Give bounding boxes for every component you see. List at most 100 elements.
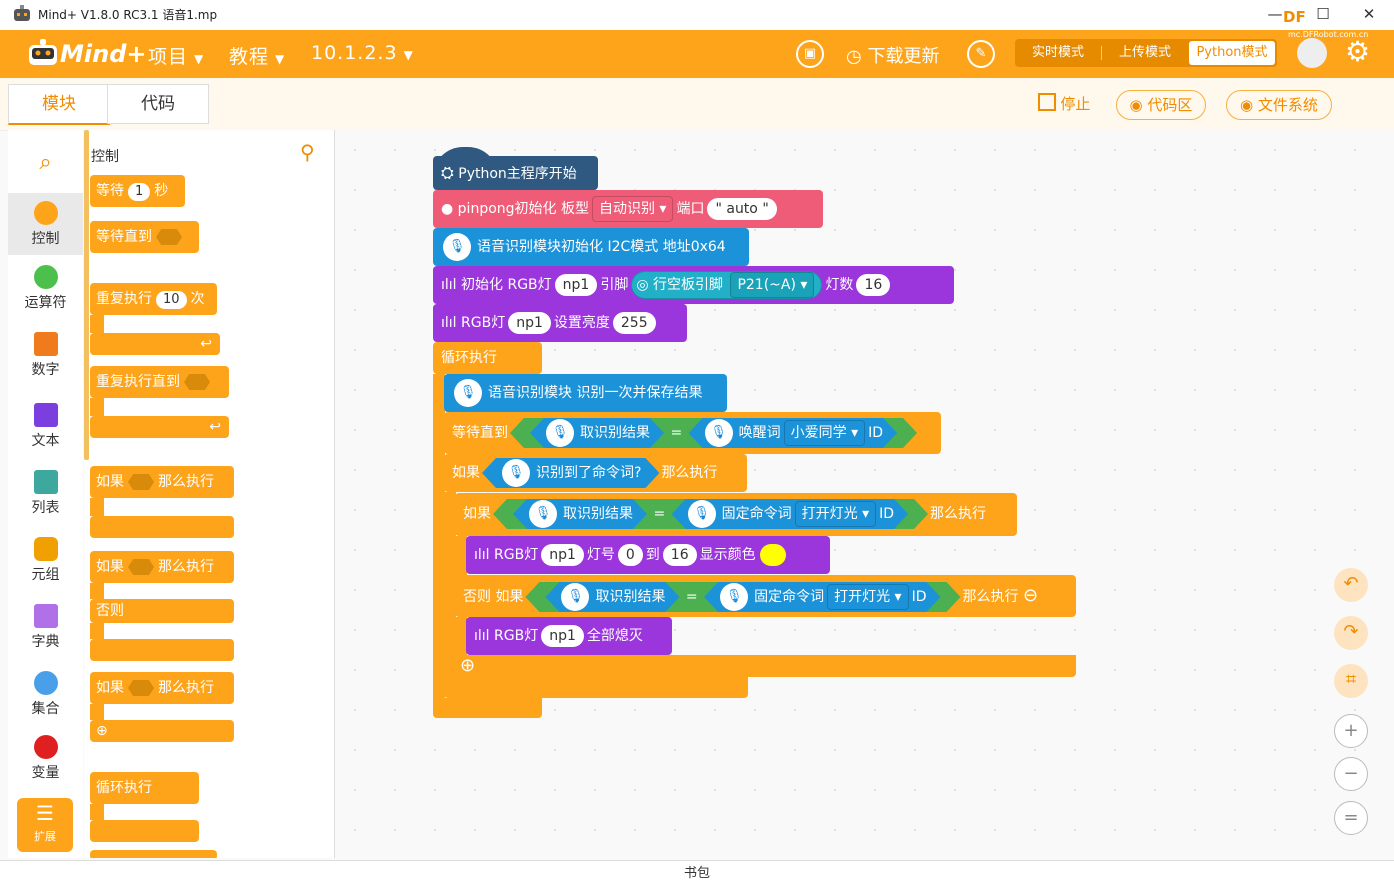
result-reporter[interactable]: 🎙 取识别结果 (545, 582, 679, 612)
np1-value[interactable]: np1 (554, 274, 598, 296)
wait-until-block[interactable]: 等待直到 🎙 取识别结果 = 🎙 唤醒词 小爱同学 ▾ ID (444, 412, 941, 454)
category-number[interactable]: 数字 (8, 324, 83, 386)
block-foot (90, 516, 234, 538)
settings-gear-icon[interactable]: ⚙ (1345, 37, 1370, 67)
tab-code[interactable]: 代码 (107, 84, 209, 124)
file-system-button[interactable]: ◉ 文件系统 (1226, 90, 1332, 120)
color-swatch[interactable] (759, 544, 786, 566)
forever-block[interactable]: 循环执行 (433, 342, 542, 374)
pin-icon[interactable]: ⚲ (300, 140, 315, 164)
menu-project[interactable]: 项目 ▼ (148, 42, 204, 69)
palette-wait-block[interactable]: 等待 1 秒 (90, 175, 185, 207)
dropdown-value: 自动识别 (598, 201, 655, 217)
serial-monitor-icon[interactable]: ▣ (796, 40, 824, 68)
block-arm (90, 804, 104, 820)
wait-value[interactable]: 1 (128, 183, 151, 201)
category-operators[interactable]: 运算符 (8, 257, 83, 319)
extension-button[interactable]: ☰ 扩展 (17, 798, 73, 852)
pinpong-init-block[interactable]: ● pinpong初始化 板型 自动识别 ▾ 端口 " auto " (433, 190, 823, 228)
edit-icon[interactable]: ✎ (967, 40, 995, 68)
palette-if-else-block[interactable]: 如果 那么执行 (90, 551, 234, 583)
tab-blocks[interactable]: 模块 (8, 84, 110, 125)
add-else-branch-icon[interactable]: ⊕ (460, 655, 475, 677)
block-label: 重复执行 (96, 291, 152, 307)
palette-repeat-block[interactable]: 重复执行 10 次 (90, 283, 217, 315)
rgb-all-off-block[interactable]: ılıl RGB灯 np1 全部熄灭 (466, 617, 672, 655)
palette-if-block[interactable]: 如果 那么执行 (90, 466, 234, 498)
mode-python[interactable]: Python模式 (1189, 41, 1275, 65)
rgb-brightness-block[interactable]: ılıl RGB灯 np1 设置亮度 255 (433, 304, 687, 342)
voice-init-block[interactable]: 🎙 语音识别模块初始化 I2C模式 地址0x64 (433, 228, 749, 266)
category-list[interactable]: 列表 (8, 462, 83, 524)
np1-value[interactable]: np1 (541, 544, 584, 566)
menu-tutorial[interactable]: 教程 ▼ (229, 42, 285, 69)
category-dict[interactable]: 字典 (8, 596, 83, 658)
got-command-reporter[interactable]: 🎙 识别到了命令词? (482, 458, 659, 488)
menu-project-label: 项目 (148, 46, 189, 68)
command-dropdown[interactable]: 打开灯光 ▾ (795, 501, 876, 527)
menu-version[interactable]: 10.1.2.3 ▼ (311, 42, 414, 64)
set-icon (33, 671, 58, 695)
user-avatar[interactable] (1297, 38, 1327, 68)
if-got-command-block[interactable]: 如果 🎙 识别到了命令词? 那么执行 (444, 454, 747, 492)
palette-if-plus-block[interactable]: 如果 那么执行 (90, 672, 234, 704)
block-label: 否则 (96, 603, 124, 619)
crop-icon[interactable]: ⌗ (1334, 664, 1368, 698)
led-count-value[interactable]: 16 (856, 274, 891, 296)
category-control[interactable]: 控制 (8, 193, 83, 255)
result-reporter[interactable]: 🎙 取识别结果 (513, 499, 647, 529)
command-dropdown[interactable]: 打开灯光 ▾ (827, 584, 908, 610)
result-reporter[interactable]: 🎙 取识别结果 (530, 418, 664, 448)
brightness-value[interactable]: 255 (612, 312, 656, 334)
np1-value[interactable]: np1 (541, 625, 584, 647)
search-icon[interactable]: ⌕ (8, 138, 83, 188)
palette-wait-until-block[interactable]: 等待直到 (90, 221, 199, 253)
rgb-led-icon: ılıl (474, 547, 490, 563)
if-open-light-block[interactable]: 如果 🎙 取识别结果 = 🎙 固定命令词 打开灯光 ▾ ID 那么执行 (455, 493, 1017, 536)
equals-operator[interactable]: 🎙 取识别结果 = 🎙 固定命令词 打开灯光 ▾ ID (493, 499, 928, 529)
backpack-bar[interactable]: 书包 (0, 860, 1394, 886)
wake-word-dropdown[interactable]: 小爱同学 ▾ (784, 420, 865, 446)
minimize-button[interactable]: — (1260, 2, 1290, 26)
equals-operator[interactable]: 🎙 取识别结果 = 🎙 固定命令词 打开灯光 ▾ ID (525, 582, 960, 612)
stop-button[interactable]: 停止 (1033, 90, 1095, 118)
palette-repeat-until-block[interactable]: 重复执行直到 (90, 366, 229, 398)
led-to-value[interactable]: 16 (662, 544, 697, 566)
code-area-button[interactable]: ◉ 代码区 (1116, 90, 1206, 120)
equals-operator[interactable]: 🎙 取识别结果 = 🎙 唤醒词 小爱同学 ▾ ID (510, 418, 917, 448)
maximize-button[interactable]: ☐ (1308, 2, 1338, 26)
fixed-command-reporter[interactable]: 🎙 固定命令词 打开灯光 ▾ ID (672, 499, 908, 529)
pin-dropdown[interactable]: P21(~A) ▾ (730, 272, 815, 298)
python-main-start-block[interactable]: ⛭ Python主程序开始 (433, 156, 598, 190)
undo-icon[interactable]: ↶ (1334, 568, 1368, 602)
wake-word-reporter[interactable]: 🎙 唤醒词 小爱同学 ▾ ID (689, 418, 897, 448)
zoom-in-icon[interactable]: + (1334, 714, 1368, 748)
add-branch-icon[interactable]: ⊕ (90, 720, 234, 742)
else-if-block[interactable]: 否则 如果 🎙 取识别结果 = 🎙 固定命令词 打开灯光 ▾ ID 那么执行 ⊖ (455, 575, 1076, 617)
category-tuple[interactable]: 元组 (8, 529, 83, 591)
palette-scrollbar[interactable] (84, 130, 89, 460)
microphone-icon: 🎙 (561, 583, 589, 611)
category-text[interactable]: 文本 (8, 395, 83, 457)
palette-forever-block[interactable]: 循环执行 (90, 772, 199, 804)
repeat-value[interactable]: 10 (156, 291, 187, 309)
port-value[interactable]: " auto " (707, 198, 777, 220)
mode-realtime[interactable]: 实时模式 (1015, 39, 1101, 67)
board-pin-reporter[interactable]: ◎ 行空板引脚 P21(~A) ▾ (631, 271, 823, 299)
zoom-out-icon[interactable]: − (1334, 757, 1368, 791)
led-from-value[interactable]: 0 (617, 544, 643, 566)
mode-upload[interactable]: 上传模式 (1102, 39, 1188, 67)
zoom-reset-icon[interactable]: = (1334, 801, 1368, 835)
close-button[interactable]: ✕ (1354, 2, 1384, 26)
board-dropdown[interactable]: 自动识别 ▾ (591, 196, 674, 222)
category-variable[interactable]: 变量 (8, 727, 83, 789)
np1-value[interactable]: np1 (508, 312, 551, 334)
redo-icon[interactable]: ↷ (1334, 616, 1368, 650)
download-update-button[interactable]: ◷ 下载更新 (846, 42, 939, 68)
remove-branch-icon[interactable]: ⊖ (1023, 585, 1038, 606)
recognize-once-block[interactable]: 🎙 语音识别模块 识别一次并保存结果 (444, 374, 727, 412)
rgb-range-color-block[interactable]: ılıl RGB灯 np1 灯号 0 到 16 显示颜色 (466, 536, 830, 574)
rgb-init-block[interactable]: ılıl 初始化 RGB灯 np1 引脚 ◎ 行空板引脚 P21(~A) ▾ 灯数 16 (433, 266, 954, 304)
category-set[interactable]: 集合 (8, 663, 83, 725)
fixed-command-reporter[interactable]: 🎙 固定命令词 打开灯光 ▾ ID (704, 582, 940, 612)
